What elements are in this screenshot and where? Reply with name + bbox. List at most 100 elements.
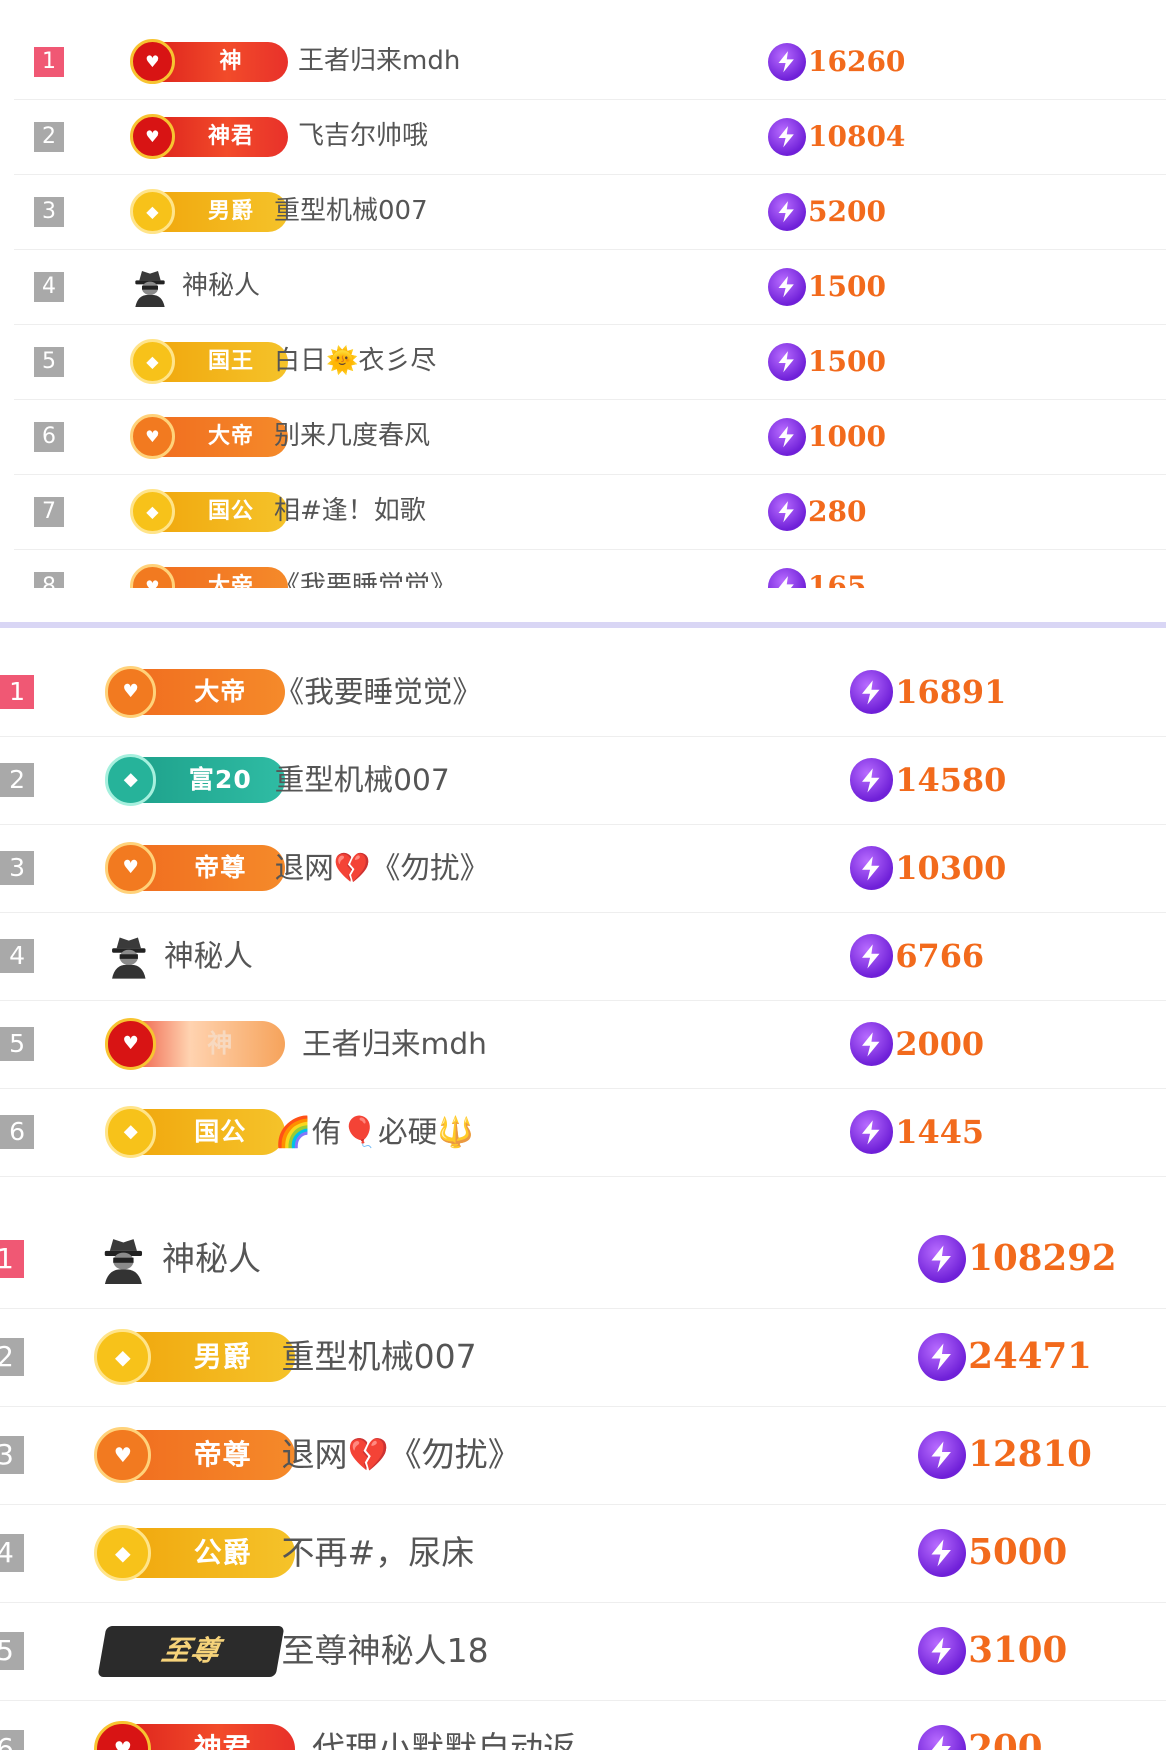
badge-label: 神君	[193, 1731, 252, 1750]
badge-label: 国王	[207, 348, 254, 374]
score-value: 5000	[968, 1532, 1068, 1574]
user-name[interactable]: 至尊神秘人18	[282, 1602, 489, 1700]
score-value: 5200	[808, 195, 886, 228]
badge-label: 大帝	[194, 677, 247, 707]
leaderboard-row[interactable]: 2 ◆ 富20 重型机械007 14580	[0, 736, 1166, 825]
score-value: 1500	[808, 270, 886, 303]
rank-number: 6	[0, 1114, 35, 1150]
lightning-coin-icon	[768, 117, 806, 156]
lightning-coin-icon	[768, 42, 806, 81]
badge-emblem-icon: ♥	[105, 842, 157, 894]
score: 165	[768, 567, 866, 588]
badge-emblem-icon: ♥	[130, 114, 175, 159]
rank-number: 8	[34, 571, 64, 588]
badge-label: 男爵	[193, 1339, 252, 1373]
score: 1500	[768, 267, 886, 307]
badge-label: 神君	[207, 123, 254, 149]
user-name[interactable]: 飞吉尔帅哦	[298, 99, 428, 174]
user-name[interactable]: 重型机械007	[274, 174, 428, 249]
badge-label: 男爵	[207, 198, 254, 224]
badge-emblem-icon: ♥	[105, 666, 157, 718]
leaderboard-row[interactable]: 1 ♥ 大帝 《我要睡觉觉》 16891	[0, 648, 1166, 737]
user-name[interactable]: 别来几度春风	[274, 399, 430, 474]
lightning-coin-icon	[918, 1724, 967, 1750]
user-name[interactable]: 《我要睡觉觉》	[274, 549, 456, 588]
leaderboard-row[interactable]: 3 ♥ 帝尊 退网💔《勿扰》 12810	[0, 1406, 1166, 1505]
leaderboard-row[interactable]: 8 ♥ 大帝 《我要睡觉觉》 165	[14, 549, 1166, 588]
rank-badge: ♥ 神君	[94, 1720, 296, 1750]
badge-emblem-icon: ♥	[130, 564, 175, 588]
leaderboard-row[interactable]: 5 ◆ 国王 白日🌞衣彡尽 1500	[14, 324, 1166, 400]
leaderboard-row[interactable]: 2 ♥ 神君 飞吉尔帅哦 10804	[14, 99, 1166, 175]
badge-label: 国公	[194, 1117, 247, 1147]
leaderboard-panel-3: 1 神秘人 108292 2 ◆ 男爵 重型机械007 24471 3 ♥ 帝尊 退网💔《勿扰》 128…	[0, 1210, 1166, 1750]
score-value: 10300	[895, 848, 1007, 887]
leaderboard-row[interactable]: 5 ♥ 神王者归来mdh 2000	[0, 1000, 1166, 1089]
rank-badge: ◆ 男爵	[94, 1328, 296, 1386]
user-name[interactable]: 不再#，尿床	[282, 1504, 475, 1602]
score-value: 108292	[968, 1238, 1117, 1280]
badge-emblem-icon: ◆	[94, 1524, 152, 1582]
badge-emblem-icon: ◆	[105, 754, 157, 806]
score: 5000	[918, 1528, 1067, 1579]
lightning-coin-icon	[850, 846, 894, 890]
rank-badge: ♥ 帝尊	[94, 1426, 296, 1484]
mystery-person-icon	[104, 1238, 143, 1285]
leaderboard-row[interactable]: 2 ◆ 男爵 重型机械007 24471	[0, 1308, 1166, 1407]
leaderboard-row[interactable]: 1 ♥ 神王者归来mdh 16260	[14, 24, 1166, 100]
lightning-coin-icon	[918, 1332, 967, 1382]
user-name[interactable]: 神秘人	[182, 249, 260, 324]
lightning-coin-icon	[850, 670, 894, 714]
leaderboard-row[interactable]: 4 ◆ 公爵 不再#，尿床 5000	[0, 1504, 1166, 1603]
user-name[interactable]: 退网💔《勿扰》	[282, 1406, 521, 1504]
user-name[interactable]: 白日🌞衣彡尽	[274, 324, 436, 399]
badge-label: 公爵	[193, 1535, 252, 1569]
leaderboard-row[interactable]: 4 神秘人 1500	[14, 249, 1166, 325]
leaderboard-row[interactable]: 6 ♥ 大帝 别来几度春风 1000	[14, 399, 1166, 475]
user-name[interactable]: 《我要睡觉觉》	[275, 648, 482, 736]
score-value: 200	[968, 1728, 1043, 1750]
rank-badge: ◆ 富20	[105, 754, 286, 806]
user-name[interactable]: 代理小默默自动返	[312, 1700, 576, 1750]
anonymous-avatar	[98, 1234, 149, 1289]
leaderboard-row[interactable]: 3 ♥ 帝尊 退网💔《勿扰》 10300	[0, 824, 1166, 913]
leaderboard-panel-1: 1 ♥ 神王者归来mdh 16260 2 ♥ 神君 飞吉尔帅哦 10804 3 ◆ 男爵 重型机械007…	[0, 0, 1166, 588]
user-name[interactable]: 重型机械007	[275, 736, 450, 824]
score-value: 1500	[808, 345, 886, 378]
score-value: 24471	[968, 1336, 1092, 1378]
user-name[interactable]: 重型机械007	[282, 1308, 477, 1406]
leaderboard-row[interactable]: 7 ◆ 国公 相#逢！如歌 280	[14, 474, 1166, 550]
user-name[interactable]: 相#逢！如歌	[274, 474, 426, 549]
leaderboard-row[interactable]: 5 至尊 至尊神秘人18 3100	[0, 1602, 1166, 1701]
lightning-coin-icon	[850, 1022, 894, 1066]
rank-number: 3	[0, 1435, 25, 1475]
rank-number: 3	[34, 196, 64, 227]
user-name[interactable]: 王者归来mdh	[298, 24, 460, 99]
rank-badge: ◆ 男爵	[130, 189, 288, 234]
user-name[interactable]: 退网💔《勿扰》	[275, 824, 490, 912]
rank-number: 3	[0, 850, 35, 886]
score: 10300	[850, 845, 1006, 891]
lightning-coin-icon	[918, 1626, 967, 1676]
rank-number: 2	[0, 1337, 25, 1377]
user-name[interactable]: 🌈侑🎈必硬🔱	[275, 1088, 475, 1176]
user-name[interactable]: 神秘人	[162, 1210, 261, 1308]
user-name[interactable]: 王者归来mdh	[302, 1000, 487, 1088]
score: 12810	[918, 1430, 1092, 1481]
rank-number: 2	[0, 762, 35, 798]
user-name[interactable]: 神秘人	[164, 912, 253, 1000]
lightning-coin-icon	[850, 758, 894, 802]
lightning-coin-icon	[918, 1234, 967, 1284]
rank-badge: ♥ 神君	[130, 114, 288, 159]
score: 280	[768, 492, 866, 532]
leaderboard-row[interactable]: 6 ♥ 神君 代理小默默自动返 200	[0, 1700, 1166, 1750]
leaderboard-row[interactable]: 4 神秘人 6766	[0, 912, 1166, 1001]
badge-label: 大帝	[207, 573, 254, 589]
leaderboard-row[interactable]: 1 神秘人 108292	[0, 1210, 1166, 1309]
score-value: 12810	[968, 1434, 1092, 1476]
leaderboard-row[interactable]: 6 ◆ 国公 🌈侑🎈必硬🔱 1445	[0, 1088, 1166, 1177]
rank-badge: ♥ 神	[105, 1018, 286, 1070]
rank-number: 2	[34, 121, 64, 152]
score-value: 6766	[895, 936, 985, 975]
leaderboard-row[interactable]: 3 ◆ 男爵 重型机械007 5200	[14, 174, 1166, 250]
